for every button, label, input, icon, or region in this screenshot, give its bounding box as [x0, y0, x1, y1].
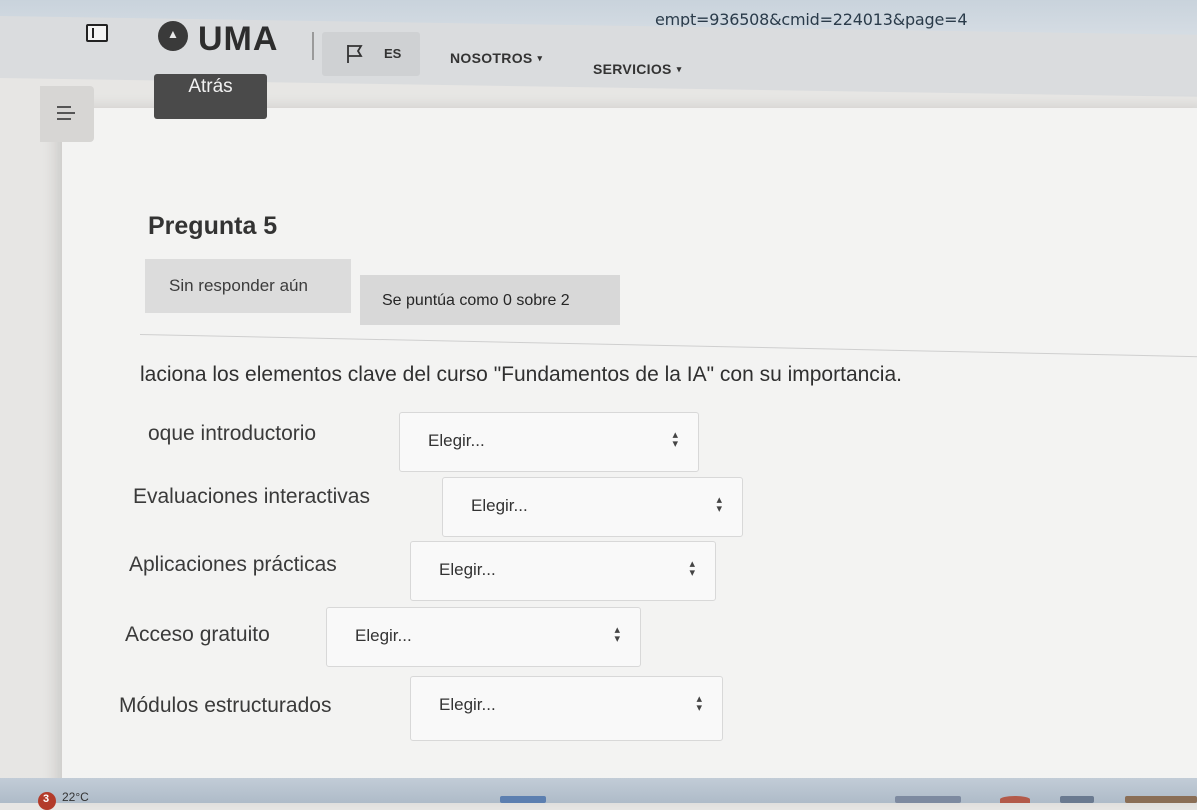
grade-badge: Se puntúa como 0 sobre 2	[360, 275, 620, 325]
select-arrows-icon: ▴ ▾	[614, 624, 620, 645]
taskbar-app-icon[interactable]	[1060, 796, 1094, 803]
nav-item-nosotros-label: NOSOTROS	[450, 50, 533, 66]
weather-badge[interactable]: 3	[38, 792, 56, 810]
match-label-5: Módulos estructurados	[119, 694, 332, 717]
temperature-text: 22°C	[62, 790, 89, 804]
match-label-1: oque introductorio	[148, 422, 317, 445]
match-select-1[interactable]: Elegir... ▴ ▾	[399, 412, 699, 472]
language-button[interactable]: ES	[322, 32, 420, 76]
taskbar: 3 22°C	[0, 778, 1197, 810]
select-value: Elegir...	[439, 560, 496, 579]
flag-icon	[347, 45, 363, 63]
select-arrows-icon: ▴ ▾	[672, 429, 678, 450]
taskbar-app-icon[interactable]	[1125, 796, 1197, 803]
match-select-4[interactable]: Elegir... ▴ ▾	[326, 607, 641, 667]
logo-icon	[158, 21, 188, 51]
match-select-2[interactable]: Elegir... ▴ ▾	[442, 477, 743, 537]
brand-logo-text[interactable]: UMA	[198, 20, 278, 59]
select-value: Elegir...	[428, 431, 485, 450]
language-label: ES	[384, 46, 402, 61]
select-value: Elegir...	[439, 695, 496, 714]
site-navbar: UMA ES NOSOTROS ▾ SERVICIOS ▾	[0, 10, 1197, 77]
back-button[interactable]: Atrás	[154, 74, 267, 119]
status-badge: Sin responder aún	[145, 259, 351, 313]
match-label-3: Aplicaciones prácticas	[129, 553, 337, 576]
select-arrows-icon: ▴ ▾	[696, 693, 702, 714]
menu-icon[interactable]	[40, 86, 94, 142]
nav-item-servicios[interactable]: SERVICIOS ▾	[593, 61, 682, 77]
select-arrows-icon: ▴ ▾	[716, 494, 722, 515]
drawer-toggle-icon[interactable]	[86, 24, 108, 42]
select-value: Elegir...	[355, 626, 412, 645]
question-prompt: laciona los elementos clave del curso "F…	[140, 363, 902, 386]
chevron-down-icon: ▾	[676, 64, 682, 74]
nav-item-nosotros[interactable]: NOSOTROS ▾	[450, 50, 542, 66]
question-title: Pregunta 5	[148, 212, 278, 240]
match-label-4: Acceso gratuito	[125, 623, 270, 646]
select-arrows-icon: ▴ ▾	[689, 558, 695, 579]
taskbar-app-icon[interactable]	[895, 796, 961, 803]
match-select-3[interactable]: Elegir... ▴ ▾	[410, 541, 716, 601]
chevron-down-icon: ▾	[537, 53, 543, 63]
nav-divider	[312, 32, 314, 60]
nav-item-servicios-label: SERVICIOS	[593, 61, 672, 77]
taskbar-app-icon[interactable]	[500, 796, 546, 803]
taskbar-app-icon[interactable]	[1000, 796, 1030, 803]
match-label-2: Evaluaciones interactivas	[133, 485, 370, 508]
notification-count: 3	[43, 793, 50, 805]
select-value: Elegir...	[471, 496, 528, 515]
match-select-5[interactable]: Elegir... ▴ ▾	[410, 676, 723, 741]
